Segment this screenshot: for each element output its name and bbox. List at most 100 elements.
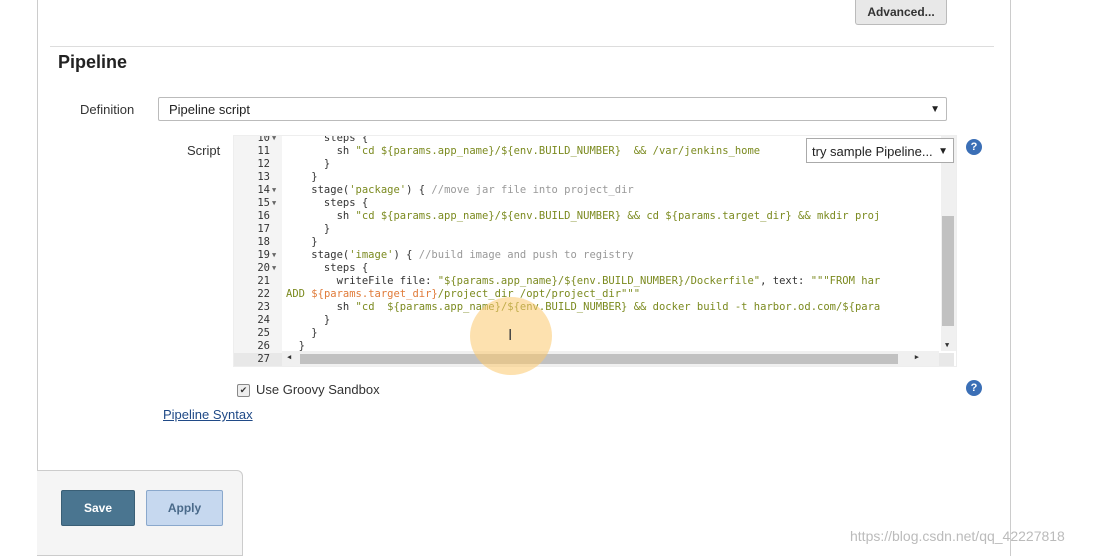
line-number: 14 [257, 184, 270, 196]
apply-button[interactable]: Apply [146, 490, 223, 526]
code-token: "cd ${params.app_name}/${env.BUILD_NUMBE… [355, 210, 881, 222]
code-line[interactable]: 20 ▼ steps { [234, 262, 954, 275]
line-number: 10 [257, 135, 270, 144]
line-number: 21 [257, 275, 270, 287]
code-line[interactable]: 21 writeFile file: "${params.app_name}/$… [234, 275, 954, 288]
line-number: 25 [257, 327, 270, 339]
code-token: //build image and push to registry [418, 249, 634, 261]
code-line[interactable]: 24 } [234, 314, 954, 327]
code-line[interactable]: 13 } [234, 171, 954, 184]
line-number: 16 [257, 210, 270, 222]
code-token: ) { [393, 249, 419, 261]
code-text: stage('image') { //build image and push … [286, 249, 634, 262]
code-line[interactable]: 25 } [234, 327, 954, 340]
line-number: 26 [257, 340, 270, 352]
help-icon[interactable]: ? [966, 139, 982, 155]
watermark: https://blog.csdn.net/qq_42227818 [850, 528, 1065, 544]
code-line[interactable]: 15 ▼ steps { [234, 197, 954, 210]
code-text: } [286, 236, 318, 249]
code-line[interactable]: 14 ▼ stage('package') { //move jar file i… [234, 184, 954, 197]
code-text: stage('package') { //move jar file into … [286, 184, 634, 197]
vertical-scrollbar[interactable]: ▼ [941, 136, 956, 351]
code-text: } [286, 158, 330, 171]
help-icon[interactable]: ? [966, 380, 982, 396]
scroll-left-icon[interactable]: ◀ [287, 353, 291, 361]
code-text: sh "cd ${params.app_name}/${env.BUILD_NU… [286, 210, 881, 223]
scroll-right-icon[interactable]: ▶ [915, 353, 919, 361]
sandbox-label: Use Groovy Sandbox [256, 382, 380, 397]
section-title: Pipeline [58, 52, 128, 72]
code-text: } [286, 327, 318, 340]
fold-icon[interactable]: ▼ [272, 136, 276, 145]
code-line[interactable]: 18 } [234, 236, 954, 249]
code-token: } [286, 314, 331, 326]
fold-icon[interactable]: ▼ [272, 262, 276, 275]
fold-icon[interactable]: ▼ [272, 184, 276, 197]
code-text: writeFile file: "${params.app_name}/${en… [286, 275, 881, 288]
code-line[interactable]: 23 sh "cd ${params.app_name}/${env.BUILD… [234, 301, 954, 314]
code-text: } [286, 171, 318, 184]
code-text: } [286, 223, 330, 236]
code-line[interactable]: 16 sh "cd ${params.app_name}/${env.BUILD… [234, 210, 954, 223]
code-token: sh [286, 145, 356, 157]
code-text: } [286, 314, 330, 327]
caret-down-icon: ▼ [930, 104, 940, 115]
scroll-thumb[interactable] [942, 216, 954, 326]
line-number: 15 [257, 197, 270, 209]
code-token: } [286, 236, 318, 248]
code-token: steps { [286, 197, 369, 209]
code-token: ADD [286, 288, 312, 300]
code-token: ${params.target_dir} [311, 288, 438, 300]
code-token: stage( [286, 249, 350, 261]
scroll-down-icon[interactable]: ▼ [945, 341, 949, 349]
line-number: 27 [257, 353, 270, 365]
line-number: 18 [257, 236, 270, 248]
line-number: 22 [257, 288, 270, 300]
code-token: //move jar file into project_dir [431, 184, 634, 196]
code-text: sh "cd ${params.app_name}/${env.BUILD_NU… [286, 301, 881, 314]
code-token: } [286, 327, 318, 339]
code-text: steps { [286, 197, 368, 210]
code-token: steps { [286, 262, 369, 274]
code-token: "cd ${params.app_name}/${env.BUILD_NUMBE… [355, 145, 761, 157]
line-number: 12 [257, 158, 270, 170]
code-text: steps { [286, 262, 368, 275]
script-editor[interactable]: 27 26 } 25 } 24 } 23 sh "cd ${params.app_nam… [233, 135, 957, 367]
code-line[interactable]: 17 } [234, 223, 954, 236]
code-text: steps { [286, 135, 369, 145]
code-token: , text: [760, 275, 811, 287]
code-token: } [286, 158, 331, 170]
code-token: } [286, 171, 318, 183]
line-number: 19 [257, 249, 270, 261]
code-text: ADD ${params.target_dir}/project_dir /op… [286, 288, 640, 301]
code-line[interactable]: 19 ▼ stage('image') { //build image and p… [234, 249, 954, 262]
line-number: 23 [257, 301, 270, 313]
code-text: sh "cd ${params.app_name}/${env.BUILD_NU… [286, 145, 761, 158]
code-token: } [286, 223, 331, 235]
fold-icon[interactable]: ▼ [272, 249, 276, 262]
line-number: 24 [257, 314, 270, 326]
save-button[interactable]: Save [61, 490, 135, 526]
sandbox-checkbox[interactable]: ✔ [237, 384, 250, 397]
code-line[interactable]: 22 ADD ${params.target_dir}/project_dir /… [234, 288, 954, 301]
code-token: ) { [406, 184, 432, 196]
definition-select[interactable]: Pipeline script ▼ [158, 97, 947, 121]
sample-pipeline-dropdown[interactable]: try sample Pipeline... ▼ [806, 138, 954, 163]
script-label: Script [187, 143, 221, 158]
fold-icon[interactable]: ▼ [272, 197, 276, 210]
sample-pipeline-value: try sample Pipeline... [812, 144, 933, 159]
advanced-button[interactable]: Advanced... [855, 0, 947, 25]
code-token: 'image' [349, 249, 394, 261]
horizontal-scrollbar[interactable]: ◀ ▶ [282, 351, 939, 366]
caret-down-icon: ▼ [938, 146, 948, 157]
code-token: sh [286, 301, 356, 313]
code-token: steps { [286, 135, 369, 144]
code-token: stage( [286, 184, 350, 196]
code-token: 'package' [349, 184, 407, 196]
scroll-thumb[interactable] [300, 354, 898, 364]
definition-value: Pipeline script [169, 102, 250, 117]
code-token: """FROM har [810, 275, 881, 287]
code-token: /project_dir /opt/project_dir""" [437, 288, 641, 300]
divider [50, 46, 994, 47]
pipeline-syntax-link[interactable]: Pipeline Syntax [163, 407, 253, 422]
